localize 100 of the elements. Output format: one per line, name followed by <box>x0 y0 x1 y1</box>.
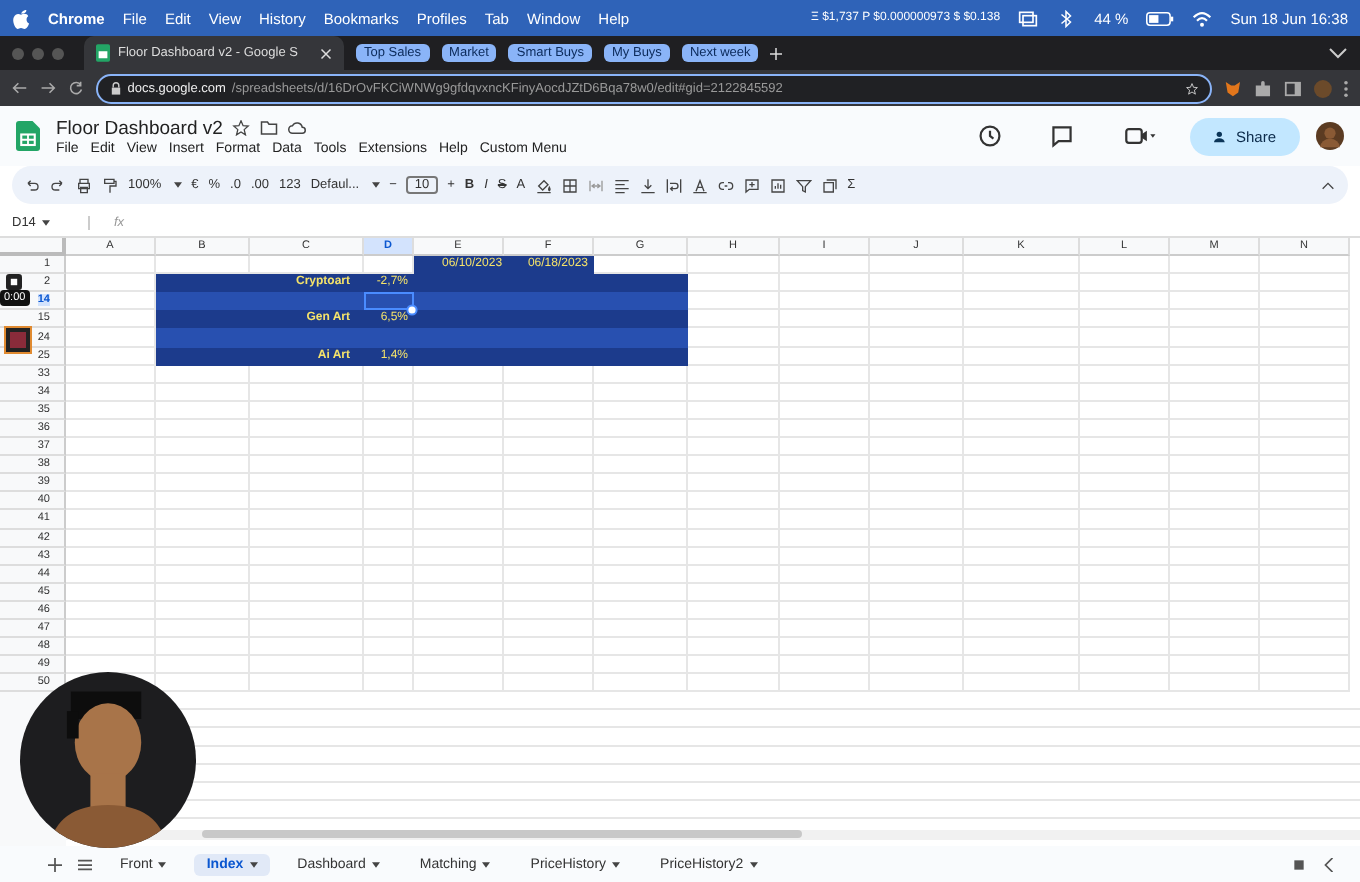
table-cell <box>1080 438 1170 457</box>
table-cell <box>964 256 1080 275</box>
caret-icon <box>612 861 621 867</box>
table-cell <box>594 419 688 439</box>
explore-icon[interactable] <box>1292 857 1306 871</box>
chevron-down-icon[interactable] <box>1328 44 1348 62</box>
table-cell <box>688 456 780 475</box>
pause-icon[interactable] <box>6 274 22 290</box>
forward-icon[interactable] <box>39 80 56 96</box>
table-cell <box>414 547 504 566</box>
avatar-icon[interactable] <box>1316 122 1344 150</box>
lock-icon[interactable] <box>109 81 122 95</box>
table-cell <box>364 365 414 384</box>
table-cell <box>156 365 250 384</box>
table-cell <box>364 529 414 548</box>
link-icon[interactable] <box>717 177 734 193</box>
table-cell <box>780 474 870 493</box>
wrap-icon[interactable] <box>665 177 682 193</box>
puzzle-icon[interactable] <box>1254 79 1273 97</box>
table-cell <box>594 601 688 620</box>
fill-handle[interactable] <box>406 304 418 316</box>
table-cell <box>964 474 1080 493</box>
table-cell <box>964 601 1080 620</box>
table-cell <box>688 601 780 620</box>
sheet-list-icon[interactable] <box>78 857 92 871</box>
filter-icon[interactable] <box>795 177 812 193</box>
fill-icon[interactable] <box>535 177 552 193</box>
cloud-icon[interactable] <box>288 120 307 136</box>
valign-icon[interactable] <box>639 177 656 193</box>
scrollbar-thumb[interactable] <box>202 830 802 838</box>
table-cell <box>1260 274 1350 293</box>
borders-icon[interactable] <box>561 177 578 193</box>
folder-icon[interactable] <box>260 120 279 136</box>
chart-icon[interactable] <box>769 177 786 193</box>
table-cell <box>870 547 964 566</box>
table-cell <box>250 419 364 439</box>
table-cell <box>1260 619 1350 639</box>
table-cell <box>1080 456 1170 475</box>
table-cell <box>1260 419 1350 439</box>
table-cell <box>1260 310 1350 329</box>
new-tab-icon[interactable] <box>770 47 783 59</box>
table-cell <box>156 383 250 402</box>
table-cell <box>964 547 1080 566</box>
paint-icon[interactable] <box>102 177 118 193</box>
table-cell <box>1260 401 1350 420</box>
fox-icon[interactable] <box>1224 79 1243 97</box>
collapse-icon[interactable] <box>1320 177 1336 193</box>
comment-icon[interactable] <box>1049 124 1074 148</box>
table-cell <box>156 328 250 348</box>
close-icon[interactable] <box>320 47 332 59</box>
table-cell <box>1170 619 1260 639</box>
table-cell <box>250 292 364 311</box>
table-cell <box>780 438 870 457</box>
chevron-left-icon[interactable] <box>1322 857 1336 871</box>
star-icon[interactable] <box>232 120 251 136</box>
undo-icon[interactable] <box>24 177 40 193</box>
views-icon[interactable] <box>821 177 838 193</box>
document-title[interactable]: Floor Dashboard v2 <box>56 117 223 139</box>
bluetooth-icon[interactable] <box>1056 9 1077 27</box>
table-cell <box>414 365 504 384</box>
table-cell <box>964 365 1080 384</box>
table-cell <box>594 583 688 602</box>
print-icon[interactable] <box>76 177 92 193</box>
align-icon[interactable] <box>613 177 630 193</box>
table-cell <box>156 510 250 529</box>
sheets-logo[interactable] <box>16 120 40 152</box>
add-sheet-icon[interactable] <box>48 857 62 871</box>
comment-icon[interactable] <box>743 177 760 193</box>
table-cell <box>964 638 1080 657</box>
table-cell <box>870 347 964 366</box>
table-cell <box>688 474 780 493</box>
table-cell <box>414 438 504 457</box>
back-icon[interactable] <box>12 80 28 96</box>
history-icon[interactable] <box>977 124 1002 148</box>
table-cell <box>364 438 414 457</box>
battery-icon[interactable] <box>1146 9 1175 27</box>
window-icon[interactable] <box>1018 9 1039 27</box>
table-cell <box>504 474 594 493</box>
table-cell <box>1170 292 1260 311</box>
video-camera-icon[interactable] <box>1121 124 1158 148</box>
table-cell <box>1080 547 1170 566</box>
table-cell <box>1080 401 1170 420</box>
table-cell <box>1260 347 1350 366</box>
wifi-icon[interactable] <box>1192 9 1213 27</box>
table-cell <box>504 547 594 566</box>
table-cell <box>594 365 688 384</box>
table-cell <box>66 256 156 275</box>
table-cell <box>414 583 504 602</box>
table-cell <box>1170 274 1260 293</box>
apple-icon[interactable] <box>12 7 30 29</box>
table-cell <box>504 674 594 693</box>
table-cell <box>688 274 780 293</box>
table-cell <box>964 292 1080 311</box>
sidebar-icon[interactable] <box>1284 79 1303 97</box>
stop-recording-button[interactable] <box>4 326 32 354</box>
table-cell <box>594 474 688 493</box>
reload-icon[interactable] <box>67 80 84 96</box>
table-cell <box>1260 583 1350 602</box>
redo-icon[interactable] <box>50 177 66 193</box>
table-cell <box>964 401 1080 420</box>
